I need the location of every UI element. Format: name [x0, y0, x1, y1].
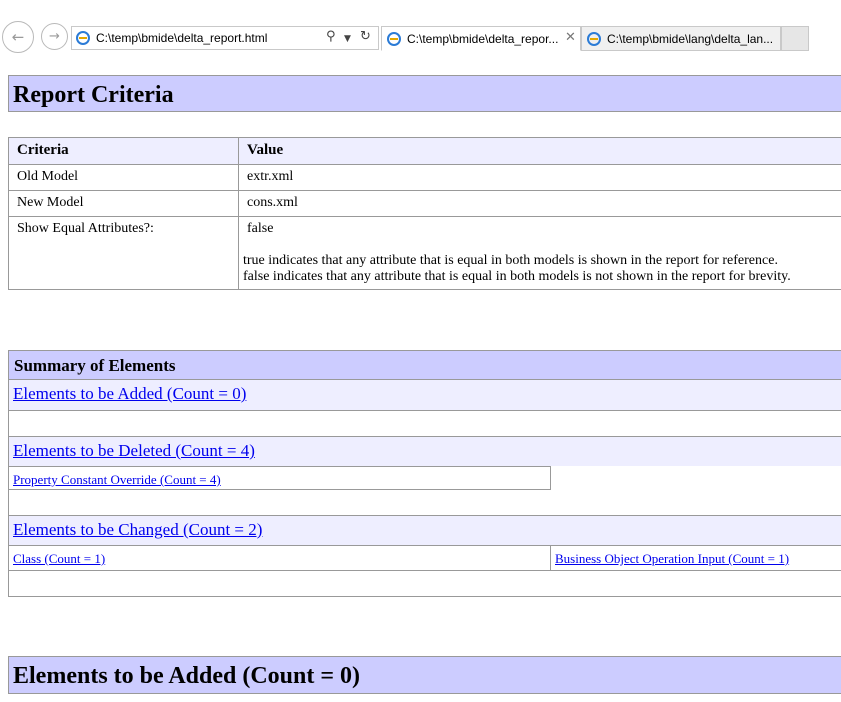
- dropdown-icon[interactable]: ▼: [344, 34, 351, 44]
- criteria-header: Criteria: [8, 137, 239, 165]
- changed-item-cell: Class (Count = 1): [9, 546, 551, 570]
- empty-row: [9, 410, 841, 436]
- criteria-table: Criteria Value Old Model extr.xml New Mo…: [8, 137, 841, 290]
- ie-tab-icon: [387, 32, 401, 49]
- tab-title: C:\temp\bmide\delta_repor...: [407, 32, 559, 46]
- value-text: false: [247, 221, 274, 236]
- tab-delta-report[interactable]: C:\temp\bmide\delta_repor... ✕: [381, 26, 581, 51]
- deleted-link[interactable]: Elements to be Deleted (Count = 4): [13, 441, 255, 460]
- description-true: true indicates that any attribute that i…: [243, 253, 778, 268]
- table-row: Old Model extr.xml: [8, 164, 841, 191]
- report-criteria-heading: Report Criteria: [8, 75, 841, 112]
- address-url[interactable]: C:\temp\bmide\delta_report.html: [96, 31, 267, 45]
- criteria-cell: Old Model: [8, 164, 239, 191]
- changed-item-cell: Business Object Operation Input (Count =…: [551, 546, 841, 570]
- value-header: Value: [238, 137, 841, 165]
- criteria-cell: Show Equal Attributes?:: [8, 216, 239, 290]
- deleted-items-row: Property Constant Override (Count = 4): [9, 466, 841, 490]
- added-group: Elements to be Added (Count = 0): [9, 380, 841, 410]
- value-cell: extr.xml: [238, 164, 841, 191]
- added-link[interactable]: Elements to be Added (Count = 0): [13, 384, 246, 403]
- property-constant-override-link[interactable]: Property Constant Override (Count = 4): [13, 472, 221, 487]
- tab-delta-lang[interactable]: C:\temp\bmide\lang\delta_lan...: [581, 26, 781, 51]
- ie-page-icon: [76, 31, 90, 50]
- report-content: Report Criteria Criteria Value Old Model…: [8, 75, 841, 694]
- value-cell: false true indicates that any attribute …: [238, 216, 841, 290]
- table-row: New Model cons.xml: [8, 190, 841, 217]
- changed-link[interactable]: Elements to be Changed (Count = 2): [13, 520, 262, 539]
- ie-tab-icon: [587, 32, 601, 49]
- bo-operation-input-link[interactable]: Business Object Operation Input (Count =…: [555, 551, 789, 566]
- back-button[interactable]: ←: [2, 21, 34, 53]
- arrow-right-icon: →: [49, 29, 60, 44]
- empty-row: [9, 570, 841, 596]
- address-bar[interactable]: C:\temp\bmide\delta_report.html ⚲ ▼ ↻: [71, 26, 379, 50]
- value-cell: cons.xml: [238, 190, 841, 217]
- deleted-group: Elements to be Deleted (Count = 4): [9, 436, 841, 466]
- criteria-cell: New Model: [8, 190, 239, 217]
- empty-row: [9, 490, 841, 515]
- deleted-item-cell: Property Constant Override (Count = 4): [9, 466, 551, 490]
- changed-group: Elements to be Changed (Count = 2): [9, 515, 841, 545]
- search-icon[interactable]: ⚲: [326, 29, 336, 44]
- new-tab-button[interactable]: [781, 26, 809, 51]
- summary-heading: Summary of Elements: [9, 351, 841, 380]
- arrow-left-icon: ←: [11, 28, 25, 46]
- description-false: false indicates that any attribute that …: [243, 269, 791, 284]
- elements-added-heading: Elements to be Added (Count = 0): [8, 656, 841, 694]
- browser-chrome: ← → C:\temp\bmide\delta_report.html ⚲ ▼ …: [0, 0, 841, 60]
- refresh-icon[interactable]: ↻: [360, 29, 371, 44]
- changed-items-row: Class (Count = 1) Business Object Operat…: [9, 545, 841, 570]
- table-row: Show Equal Attributes?: false true indic…: [8, 216, 841, 290]
- summary-box: Summary of Elements Elements to be Added…: [8, 350, 841, 597]
- tab-title: C:\temp\bmide\lang\delta_lan...: [607, 32, 774, 46]
- close-tab-icon[interactable]: ✕: [565, 30, 576, 45]
- table-header-row: Criteria Value: [8, 137, 841, 165]
- forward-button[interactable]: →: [41, 23, 68, 50]
- class-link[interactable]: Class (Count = 1): [13, 551, 105, 566]
